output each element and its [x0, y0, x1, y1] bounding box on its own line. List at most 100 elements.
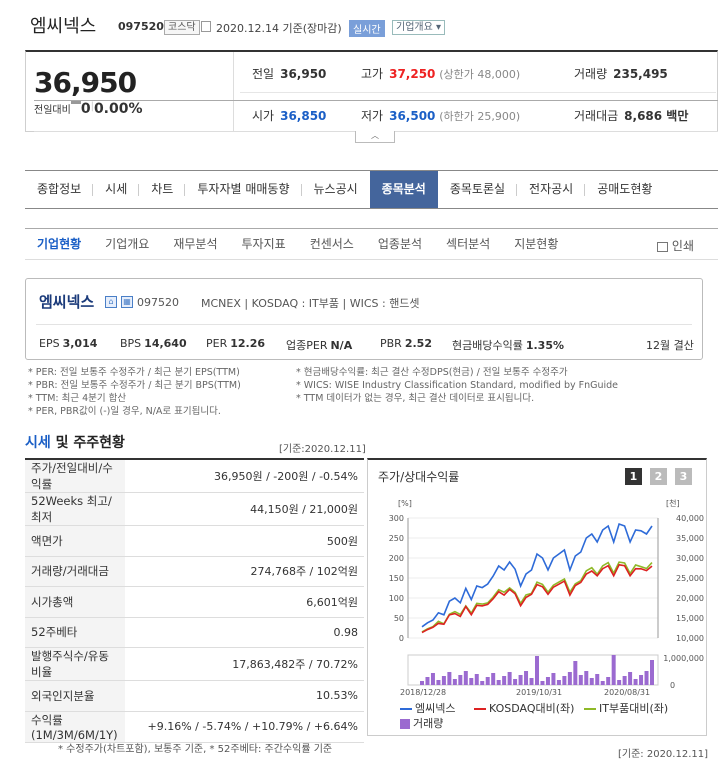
volume-bar	[611, 655, 616, 685]
row-value: 6,601억원	[125, 586, 364, 618]
volume-bar	[606, 677, 611, 685]
sub-tab[interactable]: 투자지표	[230, 229, 298, 259]
table-row: 52주베타 0.98	[25, 617, 364, 648]
volume-bar	[458, 675, 463, 685]
chart-svg: [%] [천] 300 40,000 250 35,000 200 30,000 150 25,0…	[389, 498, 704, 697]
volume-bar	[420, 681, 424, 685]
eps: EPS 3,014	[39, 337, 98, 350]
stock-header: 엠씨넥스 097520 코스닥 2020.12.14 기준(장마감) 실시간 기…	[0, 0, 718, 44]
y-tick-left: 300	[389, 514, 404, 523]
bps: BPS 14,640	[120, 337, 187, 350]
row-value: 0.98	[125, 617, 364, 648]
legend-item: 엠씨넥스	[400, 700, 455, 716]
nav-tab[interactable]: 전자공시	[517, 171, 586, 208]
stock-line	[421, 522, 653, 628]
volume-bar	[441, 676, 446, 685]
nav-tab[interactable]: 차트	[139, 171, 186, 208]
row-label: 외국인지분율	[25, 680, 125, 712]
chart-date-stamp: [기준: 2020.12.11]	[618, 749, 709, 760]
volume-bar	[551, 673, 556, 685]
low-price: 저가 36,500 (하한가 25,900)	[361, 109, 521, 123]
x-tick: 2020/08/31	[604, 688, 650, 697]
volume-bar	[507, 672, 512, 685]
sub-tab[interactable]: 지분현황	[502, 229, 570, 259]
volume-bar	[556, 680, 561, 685]
volume-bar	[513, 679, 518, 685]
y-tick-left: 200	[389, 554, 404, 563]
trade-amount: 거래대금 8,686 백만	[574, 109, 689, 123]
volume-bar	[480, 681, 485, 685]
print-button[interactable]: 인쇄	[656, 237, 694, 254]
row-value: +9.16% / -5.74% / +10.79% / +6.64%	[125, 711, 364, 743]
nav-tab[interactable]: 뉴스공시	[302, 171, 370, 208]
volume-bar	[452, 679, 457, 685]
table-row: 액면가 500원	[25, 525, 364, 557]
y-tick-right: 35,000	[676, 534, 704, 543]
volume-bar	[650, 660, 654, 685]
y-tick-right: 25,000	[676, 574, 704, 583]
row-value: 44,150원 / 21,000원	[125, 492, 364, 526]
company-name: 엠씨넥스	[39, 293, 95, 311]
volume-bar	[529, 678, 534, 685]
section-title: 시세 및 주주현황	[25, 435, 125, 451]
table-row: 주가/전일대비/수익률 36,950원 / -200원 / -0.54%	[25, 459, 364, 493]
divider	[36, 324, 692, 325]
nav-tab[interactable]: 종합정보	[25, 171, 94, 208]
volume: 거래량 235,495	[574, 67, 668, 81]
sub-tab[interactable]: 기업개요	[93, 229, 161, 259]
dividend-yield: 현금배당수익률 1.35%	[452, 339, 565, 352]
nav-tab[interactable]: 종목토론실	[438, 171, 518, 208]
home-icon[interactable]: ⌂	[105, 296, 117, 308]
chevron-up-icon: ︿	[371, 131, 379, 140]
y-tick-left: 0	[399, 634, 404, 643]
table-footnote: * 수정주가(차트포함), 보통주 기준, * 52주베타: 주간수익률 기준	[58, 744, 333, 755]
volume-bar	[639, 675, 644, 685]
volume-bar	[463, 671, 468, 685]
sub-tab[interactable]: 컨센서스	[298, 229, 366, 259]
volume-bar	[496, 680, 501, 685]
realtime-button[interactable]: 실시간	[349, 20, 385, 37]
y-tick-left: 150	[389, 574, 404, 583]
volume-bar	[524, 671, 529, 685]
sub-tab[interactable]: 섹터분석	[434, 229, 502, 259]
sub-tab[interactable]: 재무분석	[161, 229, 229, 259]
current-price: 36,950	[34, 66, 137, 99]
row-value: 274,768주 / 102억원	[125, 556, 364, 587]
y-tick-right: 40,000	[676, 514, 704, 523]
nav-tab[interactable]: 투자자별 매매동향	[185, 171, 302, 208]
note-line: * WICS: WISE Industry Classification Sta…	[296, 380, 618, 391]
sub-tab[interactable]: 업종분석	[366, 229, 434, 259]
settlement-month: 12월 결산	[646, 339, 694, 352]
volume-bar	[567, 672, 572, 685]
collapse-toggle[interactable]: ︿	[355, 131, 395, 143]
row-label: 발행주식수/유동비율	[25, 647, 125, 681]
volume-tick: 1,000,000	[663, 654, 704, 663]
volume-bar	[491, 673, 496, 685]
sub-nav: 기업현황 기업개요 재무분석 투자지표 컨센서스 업종분석 섹터분석 지분현황 인쇄	[25, 228, 718, 260]
price-summary: 36,950 전일대비 0 | 0.00% 전일 36,950 고가 37,250 …	[25, 50, 718, 132]
volume-bar	[502, 676, 507, 685]
row-label: 액면가	[25, 525, 125, 557]
industry-per: 업종PER N/A	[286, 339, 353, 352]
y-tick-left: 250	[389, 534, 404, 543]
volume-bar	[628, 672, 633, 685]
x-tick: 2018/12/28	[400, 688, 446, 697]
note-line: * TTM 데이터가 없는 경우, 최근 결산 데이터로 표시됩니다.	[296, 393, 535, 404]
it-relative-line	[421, 561, 653, 633]
sub-tab[interactable]: 기업현황	[25, 229, 93, 259]
row-value: 10.53%	[125, 680, 364, 712]
nav-tab[interactable]: 공매도현황	[585, 171, 664, 208]
note-line: * PER: 전일 보통주 수정주가 / 최근 분기 EPS(TTM)	[28, 367, 240, 378]
volume-bar	[518, 675, 523, 685]
high-price: 고가 37,250 (상한가 48,000)	[361, 67, 521, 81]
base-date: 2020.12.14 기준(장마감)	[216, 22, 342, 35]
company-meta: MCNEX | KOSDAQ : IT부품 | WICS : 핸드셋	[201, 297, 420, 310]
prev-close: 전일 36,950	[252, 67, 327, 81]
table-row: 52Weeks 최고/최저 44,150원 / 21,000원	[25, 492, 364, 526]
notes-right: * 현금배당수익률: 최근 결산 수정DPS(현금) / 전일 보통주 수정주가…	[296, 366, 618, 405]
building-icon[interactable]: ▦	[121, 296, 133, 308]
company-overview-dropdown[interactable]: 기업개요 ▾	[392, 20, 445, 35]
current-price-panel: 36,950 전일대비 0 | 0.00%	[26, 52, 718, 132]
nav-tab[interactable]: 종목분석	[369, 171, 438, 208]
nav-tab[interactable]: 시세	[93, 171, 140, 208]
